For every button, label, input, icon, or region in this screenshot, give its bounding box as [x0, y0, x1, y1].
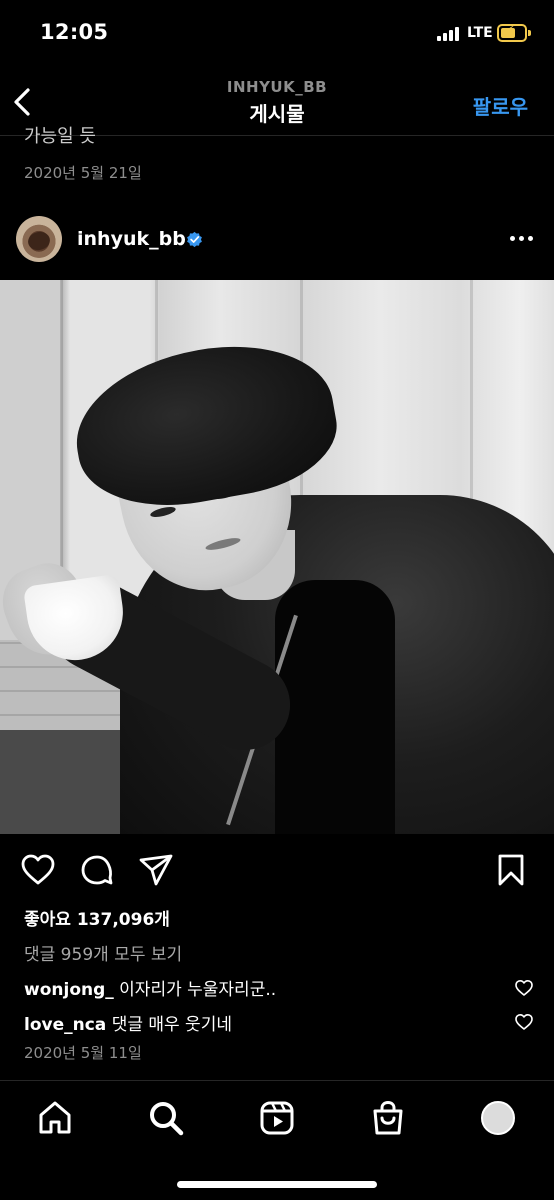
- comment-username[interactable]: wonjong_: [24, 980, 114, 1000]
- view-all-comments-link[interactable]: 댓글 959개 모두 보기: [24, 940, 182, 965]
- signal-icon: [437, 27, 463, 41]
- comment-like-heart-icon[interactable]: [514, 1012, 534, 1032]
- comment-icon[interactable]: [79, 852, 115, 888]
- status-time: 12:05: [40, 20, 109, 44]
- profile-avatar[interactable]: [481, 1101, 515, 1135]
- bottom-navigation: [0, 1080, 554, 1200]
- verified-badge-icon: [187, 231, 202, 248]
- comment-item: wonjong_ 이자리가 누울자리군..: [24, 975, 494, 1000]
- post-date: 2020년 5월 11일: [24, 1044, 142, 1062]
- page-title: 게시물: [249, 102, 305, 126]
- status-bar: 12:05 LTE ⚡: [0, 0, 554, 66]
- more-options-button[interactable]: [510, 236, 534, 242]
- comment-text: 이자리가 누울자리군..: [119, 980, 277, 1000]
- network-label: LTE: [467, 25, 493, 41]
- post-actions: [0, 850, 554, 894]
- previous-post-caption-text: 가능일 듯: [24, 126, 96, 147]
- follow-button[interactable]: 팔로우: [473, 91, 528, 120]
- send-icon[interactable]: [138, 852, 174, 888]
- battery-cap: [528, 30, 531, 36]
- like-count[interactable]: 좋아요 137,096개: [24, 905, 170, 930]
- battery-icon: ⚡: [497, 23, 527, 42]
- previous-post-caption: 가능일 듯: [24, 126, 524, 148]
- reels-icon[interactable]: [258, 1099, 296, 1137]
- post-header: inhyuk_bb: [0, 210, 554, 274]
- comment-like-heart-icon[interactable]: [514, 978, 534, 998]
- home-icon[interactable]: [36, 1099, 74, 1137]
- comment-item: love_nca 댓글 매우 웃기네: [24, 1010, 494, 1035]
- header-username: INHYUK_BB: [226, 78, 328, 96]
- home-indicator: [177, 1181, 377, 1188]
- avatar[interactable]: [16, 216, 62, 262]
- bookmark-icon[interactable]: [493, 852, 529, 888]
- post-photo[interactable]: [0, 280, 554, 834]
- previous-post-date: 2020년 5월 21일: [24, 164, 142, 182]
- comment-text: 댓글 매우 웃기네: [111, 1015, 232, 1035]
- post-username[interactable]: inhyuk_bb: [77, 228, 186, 250]
- comment-username[interactable]: love_nca: [24, 1015, 106, 1035]
- shop-icon[interactable]: [369, 1099, 407, 1137]
- search-icon[interactable]: [147, 1099, 185, 1137]
- heart-icon[interactable]: [20, 852, 56, 888]
